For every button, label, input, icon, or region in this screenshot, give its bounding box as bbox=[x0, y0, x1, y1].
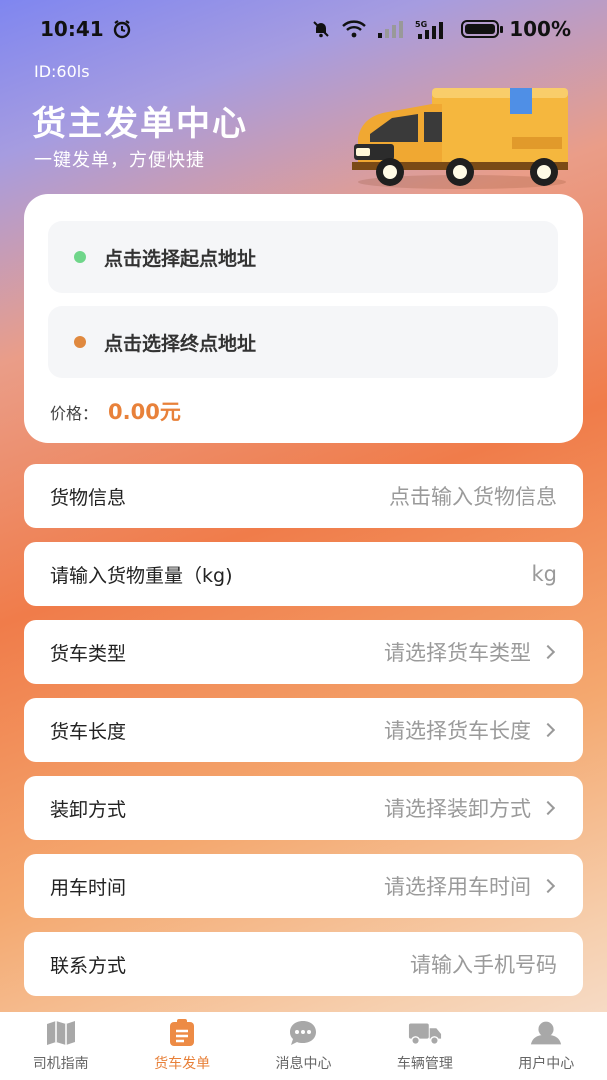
tab-label: 司机指南 bbox=[32, 1056, 89, 1072]
start-address-selector[interactable]: 点击选择起点地址 bbox=[48, 221, 558, 293]
status-bar: 10:41 5G 100% bbox=[0, 0, 607, 58]
tab-vehicle-management[interactable]: 车辆管理 bbox=[364, 1019, 485, 1073]
cargo-weight-unit: kg bbox=[531, 562, 558, 586]
alarm-icon bbox=[113, 20, 130, 39]
cargo-info-placeholder: 点击输入货物信息 bbox=[389, 485, 557, 509]
bottom-tab-bar: 司机指南 货车发单 消息中心 车辆管理 用户中心 bbox=[0, 1012, 607, 1080]
clipboard-icon bbox=[165, 1019, 199, 1047]
chevron-right-icon bbox=[540, 800, 556, 816]
loading-method-placeholder: 请选择装卸方式 bbox=[384, 797, 531, 821]
delivery-truck-illustration bbox=[352, 88, 568, 189]
chevron-right-icon bbox=[540, 644, 556, 660]
truck-length-placeholder: 请选择货车长度 bbox=[384, 719, 531, 743]
chevron-right-icon bbox=[540, 878, 556, 894]
truck-icon bbox=[408, 1019, 442, 1047]
end-address-selector[interactable]: 点击选择终点地址 bbox=[48, 306, 558, 378]
end-address-label: 点击选择终点地址 bbox=[104, 332, 257, 355]
battery-percent: 100% bbox=[509, 17, 571, 41]
loading-method-label: 装卸方式 bbox=[50, 798, 127, 821]
use-time-label: 用车时间 bbox=[50, 876, 127, 899]
status-right: 5G 100% bbox=[311, 17, 571, 41]
end-dot-icon bbox=[74, 336, 86, 348]
mute-bell-icon bbox=[313, 21, 329, 38]
signal-5g-icon: 5G bbox=[415, 20, 444, 39]
truck-type-selector[interactable]: 货车类型 请选择货车类型 bbox=[24, 620, 583, 684]
tab-label: 货车发单 bbox=[154, 1056, 211, 1072]
truck-length-selector[interactable]: 货车长度 请选择货车长度 bbox=[24, 698, 583, 762]
contact-field[interactable]: 联系方式 请输入手机号码 bbox=[24, 932, 583, 996]
battery-icon bbox=[461, 20, 504, 38]
start-dot-icon bbox=[74, 251, 86, 263]
user-icon bbox=[529, 1019, 563, 1047]
cargo-info-field[interactable]: 货物信息 点击输入货物信息 bbox=[24, 464, 583, 528]
svg-text:5G: 5G bbox=[415, 20, 427, 29]
truck-length-label: 货车长度 bbox=[50, 720, 127, 743]
contact-placeholder: 请输入手机号码 bbox=[410, 953, 557, 977]
truck-type-placeholder: 请选择货车类型 bbox=[384, 641, 531, 665]
cargo-info-label: 货物信息 bbox=[50, 486, 127, 509]
page-subtitle: 一键发单，方便快捷 bbox=[34, 150, 205, 171]
map-icon bbox=[44, 1019, 78, 1047]
loading-method-selector[interactable]: 装卸方式 请选择装卸方式 bbox=[24, 776, 583, 840]
status-left: 10:41 bbox=[40, 17, 132, 41]
start-address-label: 点击选择起点地址 bbox=[104, 247, 257, 270]
price-value: 0.00元 bbox=[108, 400, 181, 424]
price-row: 价格： 0.00元 bbox=[50, 396, 181, 426]
address-card: 点击选择起点地址 点击选择终点地址 价格： 0.00元 bbox=[24, 194, 583, 443]
chevron-right-icon bbox=[540, 722, 556, 738]
price-label: 价格： bbox=[50, 404, 99, 423]
contact-label: 联系方式 bbox=[50, 954, 127, 977]
truck-type-label: 货车类型 bbox=[50, 642, 127, 665]
user-id: ID:60ls bbox=[34, 62, 90, 81]
chat-icon bbox=[286, 1019, 320, 1047]
tab-label: 车辆管理 bbox=[396, 1056, 453, 1072]
tab-message-center[interactable]: 消息中心 bbox=[243, 1019, 364, 1073]
signal-icon bbox=[378, 21, 404, 38]
cargo-weight-field[interactable]: 请输入货物重量（kg) kg bbox=[24, 542, 583, 606]
cargo-weight-label: 请输入货物重量（kg) bbox=[50, 564, 233, 587]
tab-driver-guide[interactable]: 司机指南 bbox=[0, 1019, 121, 1073]
use-time-selector[interactable]: 用车时间 请选择用车时间 bbox=[24, 854, 583, 918]
tab-user-center[interactable]: 用户中心 bbox=[486, 1019, 607, 1073]
use-time-placeholder: 请选择用车时间 bbox=[384, 875, 531, 899]
page-title: 货主发单中心 bbox=[32, 104, 248, 144]
tab-truck-order[interactable]: 货车发单 bbox=[122, 1019, 243, 1073]
tab-label: 消息中心 bbox=[275, 1056, 332, 1072]
status-time: 10:41 bbox=[40, 17, 104, 41]
tab-label: 用户中心 bbox=[518, 1056, 575, 1072]
wifi-icon bbox=[342, 20, 367, 38]
